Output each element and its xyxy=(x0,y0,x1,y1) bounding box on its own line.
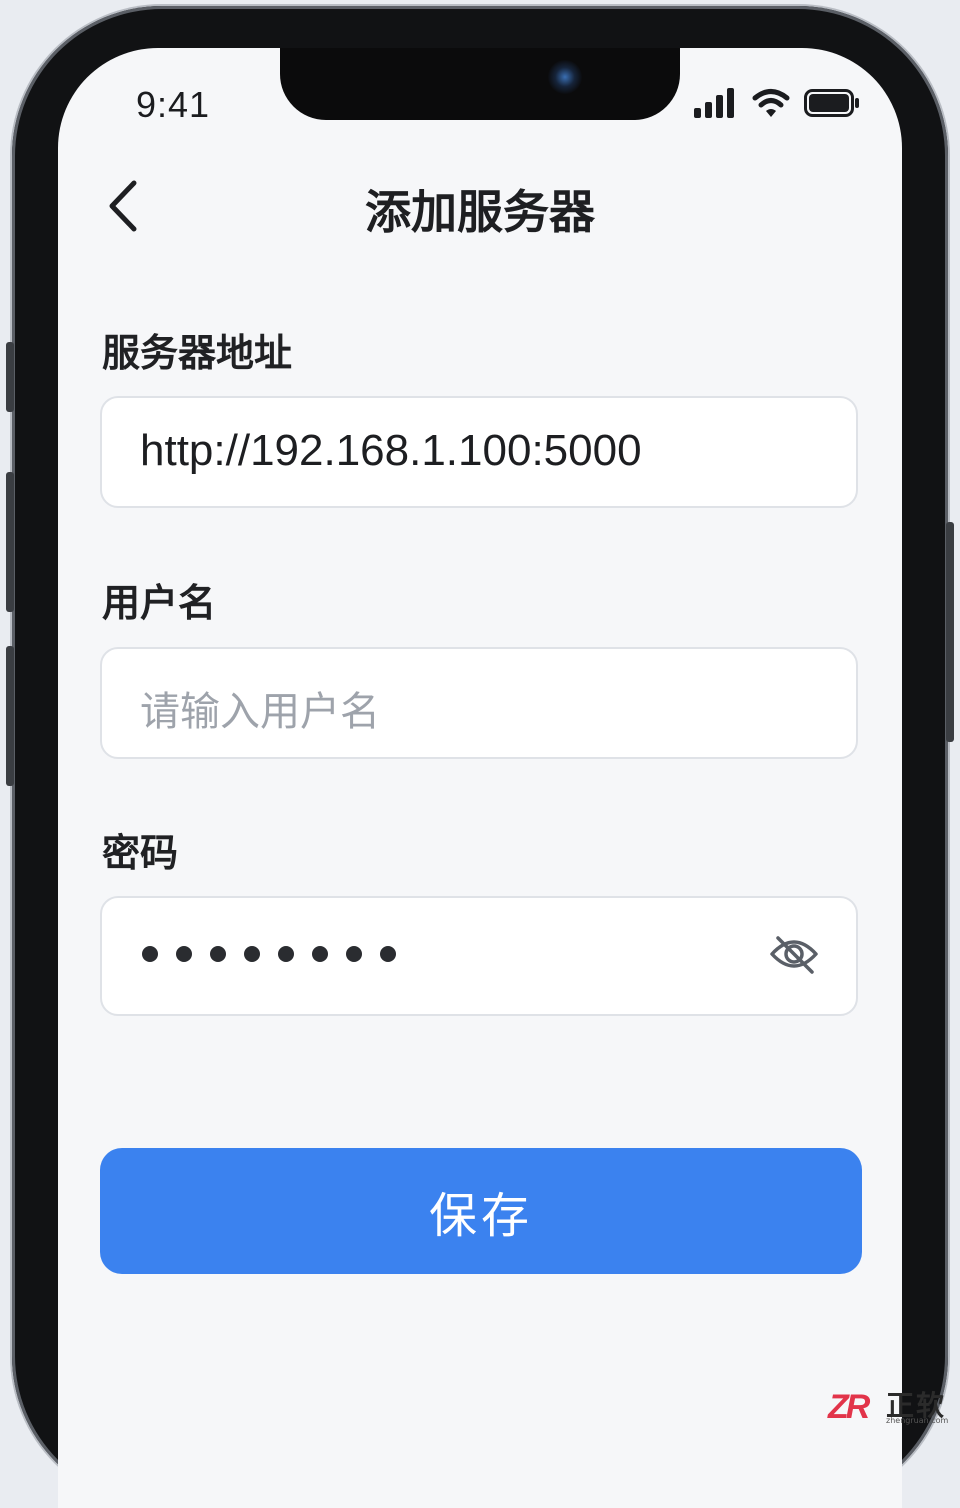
password-dot xyxy=(142,946,158,962)
front-camera xyxy=(548,60,582,94)
volume-down-button xyxy=(6,646,14,786)
page-title: 添加服务器 xyxy=(365,185,595,239)
battery-icon xyxy=(804,89,859,117)
password-dot xyxy=(210,946,226,962)
power-button xyxy=(946,522,954,742)
nav-header: 添加服务器 xyxy=(58,148,902,264)
status-icons xyxy=(694,88,860,118)
save-button[interactable]: 保存 xyxy=(100,1148,862,1274)
server-address-label: 服务器地址 xyxy=(102,331,293,375)
phone-screen: 9:41 添加服务器 服务器地址 http://192.168.1.100:50… xyxy=(58,48,902,1508)
username-input[interactable]: 请输入用户名 xyxy=(100,647,858,759)
server-address-input[interactable]: http://192.168.1.100:5000 xyxy=(100,396,858,508)
username-label: 用户名 xyxy=(102,581,217,625)
password-dot xyxy=(176,946,192,962)
watermark-sub: zhengruan.com xyxy=(886,1416,949,1425)
notch xyxy=(280,48,680,120)
password-input[interactable] xyxy=(100,896,858,1016)
status-time: 9:41 xyxy=(136,84,211,125)
password-dot xyxy=(346,946,362,962)
password-dot xyxy=(380,946,396,962)
wifi-icon xyxy=(752,89,790,117)
password-label: 密码 xyxy=(102,831,179,875)
password-mask xyxy=(142,946,396,962)
password-dot xyxy=(244,946,260,962)
cellular-signal-icon xyxy=(694,88,734,118)
server-address-value: http://192.168.1.100:5000 xyxy=(140,426,642,475)
watermark-logo: ZR 正软 zhengruan.com xyxy=(828,1382,952,1434)
password-dot xyxy=(312,946,328,962)
username-placeholder: 请输入用户名 xyxy=(140,689,380,735)
eye-off-icon[interactable] xyxy=(768,932,820,976)
watermark-mark: ZR xyxy=(828,1388,870,1426)
volume-up-button xyxy=(6,472,14,612)
silent-switch xyxy=(6,342,14,412)
password-dot xyxy=(278,946,294,962)
